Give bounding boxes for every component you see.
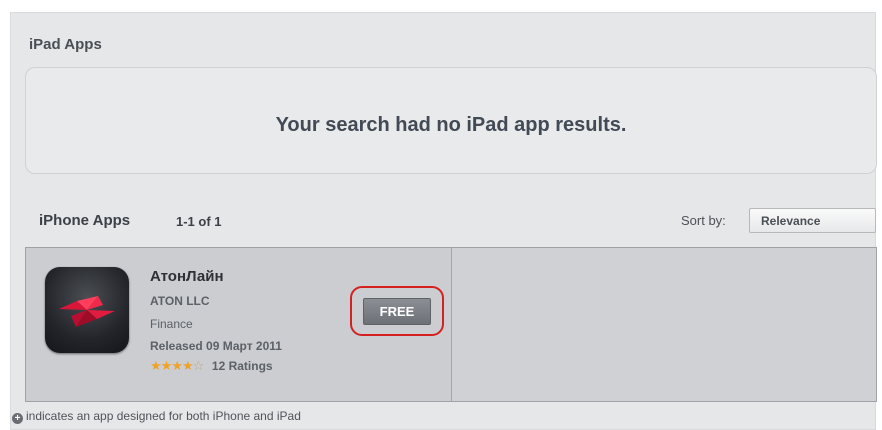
aton-logo-icon — [59, 296, 115, 327]
footnote-text: indicates an app designed for both iPhon… — [26, 409, 301, 423]
app-developer[interactable]: ATON LLC — [150, 294, 210, 308]
plus-icon: + — [12, 413, 23, 424]
free-price-button[interactable]: FREE — [363, 298, 431, 325]
ipad-apps-title: iPad Apps — [29, 36, 102, 53]
empty-results-message: Your search had no iPad app results. — [275, 114, 627, 136]
star-icon: ★ — [171, 358, 183, 373]
app-cell[interactable]: АтонЛайн ATON LLC Finance Released 09 Ма… — [26, 248, 452, 401]
star-icon: ★ — [181, 358, 194, 373]
star-icon: ★ — [150, 358, 162, 373]
rating-row: ★★★★☆ 12 Ratings — [150, 358, 273, 374]
footnote: + indicates an app designed for both iPho… — [12, 409, 301, 424]
iphone-apps-title: iPhone Apps — [39, 212, 131, 229]
star-rating: ★★★★☆ — [150, 358, 206, 373]
results-count: 1-1 of 1 — [176, 214, 222, 229]
atonline-app-icon[interactable] — [45, 267, 129, 353]
app-name[interactable]: АтонЛайн — [150, 268, 224, 285]
ratings-count: 12 Ratings — [211, 359, 273, 373]
iphone-results-panel: АтонЛайн ATON LLC Finance Released 09 Ма… — [25, 247, 877, 402]
app-release-date: Released 09 Март 2011 — [150, 339, 282, 353]
star-empty-icon: ☆ — [192, 358, 205, 373]
star-icon: ★ — [160, 358, 173, 373]
app-category[interactable]: Finance — [150, 317, 193, 331]
ipad-results-empty-box: Your search had no iPad app results. — [25, 67, 877, 174]
sort-select[interactable]: Relevance — [749, 208, 876, 233]
sort-label: Sort by: — [681, 213, 726, 228]
